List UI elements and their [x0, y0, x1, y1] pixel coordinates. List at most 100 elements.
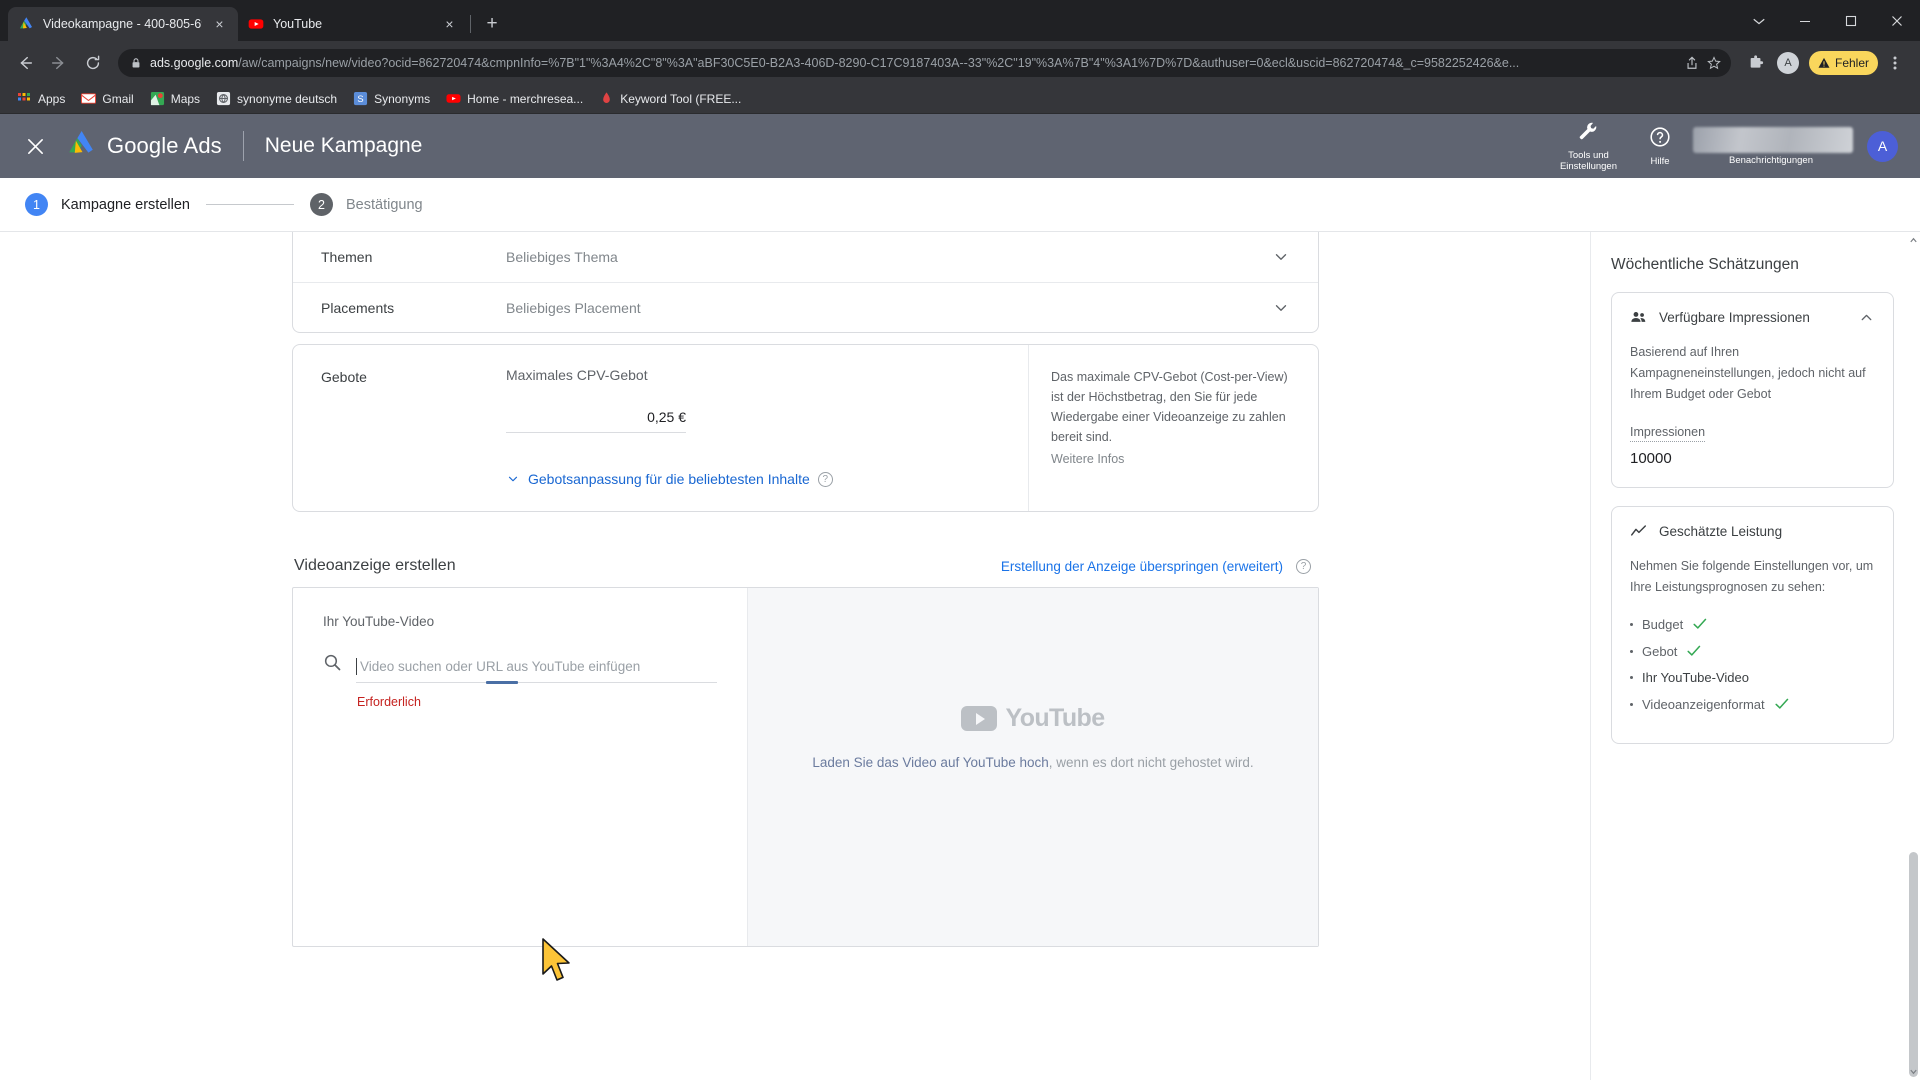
- bookmark-gmail[interactable]: Gmail: [74, 88, 140, 109]
- tools-and-settings-button[interactable]: Tools und Einstellungen: [1546, 120, 1631, 172]
- bookmark-label: Maps: [170, 91, 201, 106]
- close-icon[interactable]: ×: [441, 16, 458, 33]
- card-header: Geschätzte Leistung: [1630, 523, 1875, 540]
- search-icon: [323, 653, 342, 683]
- bookmark-synonyme-deutsch[interactable]: synonyme deutsch: [209, 88, 344, 109]
- bid-adjustment-expander[interactable]: Gebotsanpassung für die beliebtesten Inh…: [506, 471, 998, 487]
- step-label: Bestätigung: [345, 196, 423, 213]
- maximize-icon[interactable]: [1828, 0, 1874, 41]
- requirement-label: Budget: [1642, 616, 1684, 632]
- bookmark-label: Gmail: [102, 91, 134, 106]
- url-domain: ads.google.com: [150, 55, 239, 70]
- bookmark-home-merchresearch[interactable]: Home - merchresea...: [439, 88, 590, 109]
- video-section-title: Videoanzeige erstellen: [294, 557, 456, 574]
- synonyms-icon: S: [353, 91, 368, 106]
- browser-tab-youtube[interactable]: YouTube ×: [238, 7, 468, 41]
- youtube-logo: YouTube: [961, 704, 1105, 733]
- share-icon[interactable]: [1685, 56, 1699, 70]
- browser-menu-icon[interactable]: [1736, 0, 1782, 41]
- scrollbar-thumb[interactable]: [1909, 852, 1918, 1077]
- window-close-icon[interactable]: [1874, 0, 1920, 41]
- ads-app-header: Google Ads Neue Kampagne Tools und Einste…: [0, 114, 1920, 178]
- youtube-icon: [446, 91, 461, 106]
- browser-tab-active[interactable]: Videokampagne - 400-805-6921 ×: [8, 7, 238, 41]
- trend-line-icon: [1630, 523, 1647, 540]
- star-icon[interactable]: [1707, 55, 1721, 70]
- card-body-text: Basierend auf Ihren Kampagneneinstellung…: [1630, 345, 1866, 401]
- error-badge[interactable]: Fehler: [1808, 50, 1878, 75]
- avatar[interactable]: A: [1867, 130, 1898, 162]
- close-campaign-button[interactable]: [20, 131, 50, 161]
- help-button[interactable]: Hilfe: [1631, 126, 1689, 167]
- bookmark-apps[interactable]: Apps: [10, 88, 72, 109]
- row-placements[interactable]: Placements Beliebiges Placement: [293, 282, 1318, 332]
- list-item: Gebot: [1630, 643, 1875, 659]
- card-header[interactable]: Verfügbare Impressionen: [1630, 309, 1875, 326]
- header-divider: [242, 131, 244, 161]
- help-icon[interactable]: ?: [1296, 558, 1311, 574]
- google-ads-icon: [18, 16, 34, 32]
- chevron-down-icon[interactable]: [1272, 299, 1290, 317]
- skip-ad-creation-link[interactable]: Erstellung der Anzeige überspringen (erw…: [1001, 559, 1283, 574]
- estimated-performance-card: Geschätzte Leistung Nehmen Sie folgende …: [1611, 506, 1894, 744]
- step-2-bestaetigung[interactable]: 2 Bestätigung: [309, 193, 423, 216]
- window-controls: [1736, 0, 1920, 41]
- youtube-icon: [248, 16, 264, 32]
- bids-body: Maximales CPV-Gebot 0,25 € Gebotsanpassu…: [506, 367, 1028, 511]
- row-label: Placements: [321, 299, 395, 316]
- back-icon[interactable]: [10, 48, 40, 78]
- close-icon[interactable]: ×: [211, 16, 228, 33]
- input-focus-indicator: [486, 681, 518, 684]
- bullet-dot: [1630, 702, 1633, 706]
- reload-icon[interactable]: [78, 48, 108, 78]
- requirement-label: Ihr YouTube-Video: [1642, 670, 1749, 685]
- step-1-kampagne-erstellen[interactable]: 1 Kampagne erstellen: [25, 193, 190, 216]
- row-themen[interactable]: Themen Beliebiges Thema: [293, 232, 1318, 282]
- bookmark-label: Apps: [38, 91, 66, 106]
- upload-video-link[interactable]: Laden Sie das Video auf YouTube hoch: [812, 755, 1048, 770]
- extensions-icon[interactable]: [1741, 48, 1771, 78]
- gmail-icon: [81, 91, 97, 106]
- notifications-button[interactable]: Benachrichtigungen: [1689, 126, 1853, 166]
- list-item: Budget: [1630, 616, 1875, 632]
- svg-text:S: S: [357, 94, 363, 104]
- impressions-metric-label[interactable]: Impressionen: [1630, 425, 1706, 442]
- bookmark-synonyms[interactable]: S Synonyms: [346, 88, 437, 109]
- sidebar-title: Wöchentliche Schätzungen: [1611, 256, 1799, 273]
- row-label: Themen: [321, 249, 373, 265]
- site-icon: [216, 91, 231, 106]
- apps-grid-icon: [17, 91, 32, 106]
- url-text: ads.google.com/aw/campaigns/new/video?oc…: [150, 56, 1677, 70]
- profile-icon[interactable]: A: [1776, 51, 1799, 74]
- impressions-metric-value: 10000: [1630, 450, 1672, 467]
- youtube-play-icon: [961, 706, 998, 731]
- new-tab-button[interactable]: +: [477, 9, 507, 39]
- check-icon: [1686, 643, 1702, 659]
- scroll-up-arrow[interactable]: [1907, 234, 1920, 247]
- chevron-up-icon[interactable]: [1858, 309, 1875, 326]
- bids-info-text: Das maximale CPV-Gebot (Cost-per-View) i…: [1051, 370, 1288, 444]
- bookmarks-bar: Apps Gmail Maps synonyme deutsch S Synon…: [0, 84, 1920, 114]
- bookmark-label: Synonyms: [374, 91, 431, 106]
- forward-icon[interactable]: [44, 48, 74, 78]
- bookmark-maps[interactable]: Maps: [143, 88, 207, 109]
- content-scroll-area: Themen Beliebiges Thema Placements Belie…: [0, 232, 1920, 1080]
- list-item: Videoanzeigenformat: [1630, 696, 1875, 712]
- video-search-input[interactable]: Video suchen oder URL aus YouTube einfüg…: [356, 658, 717, 684]
- maps-icon: [150, 91, 165, 106]
- page-scrollbar[interactable]: [1907, 232, 1920, 1080]
- page-title: Neue Kampagne: [264, 134, 423, 157]
- bids-info-link[interactable]: Weitere Infos: [1051, 449, 1290, 469]
- help-icon[interactable]: ?: [817, 471, 833, 487]
- chevron-down-icon[interactable]: [1272, 248, 1290, 266]
- bookmark-keyword-tool[interactable]: Keyword Tool (FREE...: [592, 88, 748, 109]
- scroll-down-arrow[interactable]: [1907, 1065, 1920, 1078]
- minimize-icon[interactable]: [1782, 0, 1828, 41]
- video-search-panel: Ihr YouTube-Video Video suchen oder URL …: [293, 588, 748, 946]
- targeting-card: Themen Beliebiges Thema Placements Belie…: [292, 232, 1319, 333]
- max-cpv-bid-input[interactable]: 0,25 €: [506, 409, 686, 433]
- google-ads-logo[interactable]: Google Ads: [66, 129, 222, 164]
- bullet-dot: [1630, 649, 1633, 653]
- kebab-menu-icon[interactable]: [1880, 48, 1910, 78]
- address-bar[interactable]: ads.google.com/aw/campaigns/new/video?oc…: [118, 48, 1731, 77]
